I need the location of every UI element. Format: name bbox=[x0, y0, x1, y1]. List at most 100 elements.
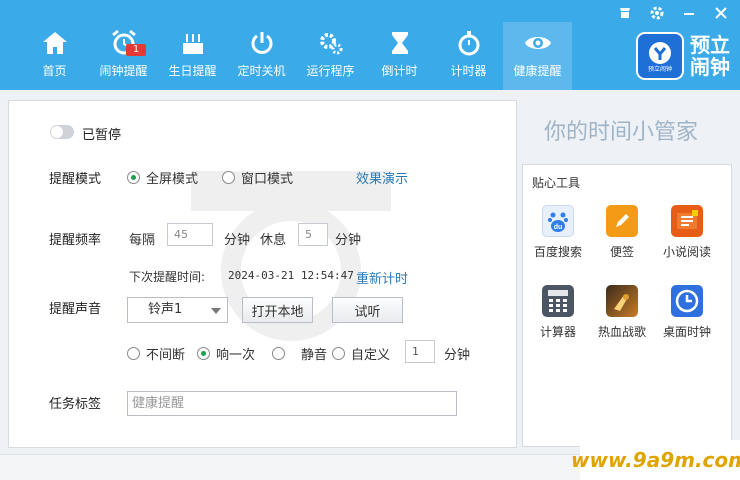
nav-label: 健康提醒 bbox=[513, 64, 562, 78]
repeat-mute-radio[interactable]: 静音 bbox=[272, 344, 327, 363]
logo-subtext: 预立闹钟 bbox=[647, 66, 672, 73]
every-label: 每隔 bbox=[129, 233, 156, 248]
nav-item-birthday[interactable]: 生日提醒 bbox=[158, 22, 227, 90]
tool-label: 计算器 bbox=[539, 325, 576, 339]
radio-dot bbox=[272, 347, 285, 360]
settings-gear-icon[interactable] bbox=[648, 4, 666, 22]
minimize-icon[interactable] bbox=[680, 4, 698, 22]
ringtone-selected: 铃声1 bbox=[148, 302, 183, 317]
tools-panel: 贴心工具 du 百度搜索 便签 小说阅读 计算器 热血战歌 桌面时钟 bbox=[522, 164, 732, 447]
radio-dot bbox=[127, 171, 140, 184]
nav-item-alarm[interactable]: 1 闹钟提醒 bbox=[89, 22, 158, 90]
power-icon bbox=[247, 28, 277, 58]
tool-label: 桌面时钟 bbox=[662, 325, 711, 339]
logo-title-line2: 闹钟 bbox=[690, 55, 730, 79]
task-label: 任务标签 bbox=[49, 397, 102, 412]
nav-item-shutdown[interactable]: 定时关机 bbox=[227, 22, 296, 90]
repeat-custom-radio[interactable]: 自定义 bbox=[332, 344, 390, 363]
nav-label: 闹钟提醒 bbox=[99, 64, 148, 78]
rest-label: 休息 bbox=[260, 233, 287, 248]
baidu-icon: du bbox=[542, 205, 574, 237]
health-reminder-panel: 已暂停 提醒模式 全屏模式 窗口模式 效果演示 提醒频率 每隔 45 分钟 休息… bbox=[8, 100, 517, 448]
pause-toggle[interactable] bbox=[50, 125, 74, 139]
custom-minutes-input[interactable]: 1 bbox=[405, 340, 435, 363]
slogan-text: 你的时间小管家 bbox=[544, 120, 699, 145]
nav-label: 定时关机 bbox=[237, 64, 286, 78]
tool-label: 小说阅读 bbox=[662, 245, 711, 259]
radio-label: 响一次 bbox=[216, 348, 256, 363]
nav-label: 首页 bbox=[42, 64, 67, 78]
skin-icon[interactable] bbox=[616, 4, 634, 22]
main-nav: 首页 1 闹钟提醒 生日提醒 定时关机 运行程序 倒计时 计时器 健康提醒 bbox=[20, 22, 572, 90]
tools-title: 贴心工具 bbox=[532, 176, 581, 190]
tool-desktop-clock[interactable]: 桌面时钟 bbox=[652, 285, 722, 340]
radio-dot bbox=[332, 347, 345, 360]
tool-notes[interactable]: 便签 bbox=[587, 205, 657, 260]
radio-label: 静音 bbox=[301, 348, 328, 363]
nav-item-health[interactable]: 健康提醒 bbox=[503, 22, 572, 90]
nav-item-run-program[interactable]: 运行程序 bbox=[296, 22, 365, 90]
nav-item-timer[interactable]: 计时器 bbox=[434, 22, 503, 90]
repeat-continuous-radio[interactable]: 不间断 bbox=[127, 344, 185, 363]
radio-label: 窗口模式 bbox=[241, 172, 294, 187]
reset-timer-link[interactable]: 重新计时 bbox=[356, 268, 408, 287]
top-navigation-bar: 首页 1 闹钟提醒 生日提醒 定时关机 运行程序 倒计时 计时器 健康提醒 预立… bbox=[0, 0, 740, 90]
demo-link[interactable]: 效果演示 bbox=[356, 168, 408, 187]
mode-window-radio[interactable]: 窗口模式 bbox=[222, 168, 293, 187]
ringtone-select[interactable]: 铃声1 bbox=[127, 297, 228, 323]
site-watermark: www.9a9m.com bbox=[571, 440, 740, 480]
desktop-clock-icon bbox=[671, 285, 703, 317]
tool-label: 热血战歌 bbox=[597, 325, 646, 339]
next-reminder-time: 2024-03-21 12:54:47 bbox=[228, 269, 354, 282]
mode-fullscreen-radio[interactable]: 全屏模式 bbox=[127, 168, 198, 187]
logo-title-line1: 预立 bbox=[690, 33, 730, 57]
window-controls bbox=[616, 4, 730, 22]
radio-label: 全屏模式 bbox=[146, 172, 199, 187]
nav-label: 计时器 bbox=[450, 64, 487, 78]
radio-label: 不间断 bbox=[146, 348, 186, 363]
close-icon[interactable] bbox=[712, 4, 730, 22]
rest-input[interactable]: 5 bbox=[298, 223, 328, 246]
radio-dot bbox=[197, 347, 210, 360]
birthday-cake-icon bbox=[178, 28, 208, 58]
radio-dot bbox=[127, 347, 140, 360]
tool-calculator[interactable]: 计算器 bbox=[523, 285, 593, 340]
sound-label: 提醒声音 bbox=[49, 302, 102, 317]
calculator-icon bbox=[542, 285, 574, 317]
interval-unit-label: 分钟 bbox=[224, 233, 251, 248]
status-bar bbox=[0, 454, 580, 480]
mode-label: 提醒模式 bbox=[49, 172, 102, 187]
repeat-once-radio[interactable]: 响一次 bbox=[197, 344, 255, 363]
next-reminder-label: 下次提醒时间: bbox=[129, 270, 206, 284]
alarm-count-badge: 1 bbox=[126, 44, 146, 56]
app-logo: 预立闹钟 预立 闹钟 bbox=[636, 32, 730, 80]
nav-label: 生日提醒 bbox=[168, 64, 217, 78]
home-icon bbox=[40, 28, 70, 58]
tool-label: 便签 bbox=[609, 245, 634, 259]
game-warrior-icon bbox=[606, 285, 638, 317]
task-tag-input[interactable]: 健康提醒 bbox=[127, 391, 457, 416]
tool-label: 百度搜索 bbox=[533, 245, 582, 259]
nav-label: 运行程序 bbox=[306, 64, 355, 78]
svg-text:du: du bbox=[554, 224, 563, 231]
hourglass-icon bbox=[385, 28, 415, 58]
gears-icon bbox=[316, 28, 346, 58]
note-pencil-icon bbox=[606, 205, 638, 237]
radio-dot bbox=[222, 171, 235, 184]
nav-item-countdown[interactable]: 倒计时 bbox=[365, 22, 434, 90]
nav-item-home[interactable]: 首页 bbox=[20, 22, 89, 90]
preview-sound-button[interactable]: 试听 bbox=[332, 297, 403, 323]
nav-label: 倒计时 bbox=[381, 64, 418, 78]
alarm-logo-icon: 预立闹钟 bbox=[636, 32, 684, 80]
tool-novel-reading[interactable]: 小说阅读 bbox=[652, 205, 722, 260]
frequency-label: 提醒频率 bbox=[49, 233, 102, 248]
radio-label: 自定义 bbox=[351, 348, 391, 363]
chevron-down-icon bbox=[211, 308, 221, 314]
novel-book-icon bbox=[671, 205, 703, 237]
tool-baidu-search[interactable]: du 百度搜索 bbox=[523, 205, 593, 260]
open-local-button[interactable]: 打开本地 bbox=[242, 297, 313, 323]
eye-icon bbox=[523, 28, 553, 58]
interval-input[interactable]: 45 bbox=[167, 223, 213, 246]
tool-game[interactable]: 热血战歌 bbox=[587, 285, 657, 340]
stopwatch-icon bbox=[454, 28, 484, 58]
